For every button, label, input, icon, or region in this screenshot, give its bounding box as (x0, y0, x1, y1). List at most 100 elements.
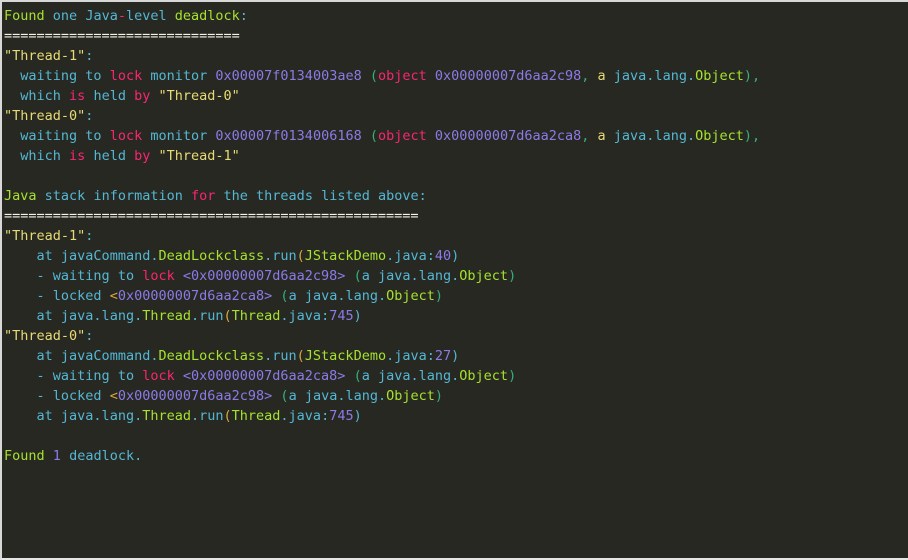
console-token: a (597, 128, 606, 144)
console-token: a (361, 368, 370, 384)
terminal-window: Found one Java-level deadlock: ==========… (0, 0, 908, 560)
console-token: a (361, 268, 370, 284)
console-token: deadlock (69, 448, 135, 464)
console-token: Thread (142, 308, 191, 324)
console-token: Thread (142, 408, 191, 424)
console-token: Object (695, 68, 744, 84)
console-token: - waiting (4, 368, 110, 384)
console-token: ( (369, 128, 378, 144)
console-token (167, 8, 175, 24)
console-token: 1 (52, 448, 61, 464)
console-token: <0x00000007d6aa2c98> (182, 268, 346, 284)
console-token: a (288, 288, 297, 304)
console-token: ( (369, 68, 378, 84)
console-token: : (321, 408, 330, 424)
console-token: ( (353, 368, 362, 384)
console-token (102, 68, 110, 84)
line-separator-1: ============================= (4, 26, 908, 46)
console-token: by (134, 88, 151, 104)
line-thread-0-waiting-monitor: waiting to lock monitor 0x00007f01340061… (4, 126, 908, 146)
console-token (370, 368, 378, 384)
line-stack-thread-1-locked: - locked <0x00000007d6aa2ca8> (a java.la… (4, 286, 908, 306)
console-token: - locked (4, 388, 102, 404)
console-token: Found (4, 8, 45, 24)
console-token: Found (4, 448, 45, 464)
console-token: .java (386, 248, 427, 264)
line-stack-thread-0-header: "Thread-0": (4, 326, 908, 346)
console-token: "Thread-1" (4, 228, 86, 244)
console-token: Object (459, 268, 509, 284)
console-token: object (378, 128, 427, 144)
console-token: "Thread-1" (158, 148, 240, 164)
console-token (110, 268, 118, 284)
line-stack-thread-0-frame-2: at java.lang.Thread.run(Thread.java:745) (4, 406, 908, 426)
console-token: ) (743, 128, 752, 144)
console-token: : (239, 8, 248, 24)
console-token: < (109, 288, 118, 304)
console-token (53, 308, 61, 324)
console-token: ) (508, 368, 517, 384)
console-token: .run (264, 348, 297, 364)
console-token: , (752, 128, 761, 144)
console-token: to (117, 268, 135, 284)
console-token: the (223, 188, 248, 204)
console-token: .java (280, 308, 322, 324)
console-token: "Thread-0" (158, 88, 240, 104)
console-token: ( (223, 408, 232, 424)
console-token (313, 188, 321, 204)
console-token: "Thread-0" (4, 108, 86, 124)
console-token: which (4, 88, 61, 104)
console-token: ( (296, 348, 305, 364)
console-token (427, 68, 435, 84)
console-token: : (426, 348, 435, 364)
console-token: : (321, 308, 330, 324)
console-token (345, 268, 353, 284)
console-token: 745 (329, 308, 354, 324)
console-token (297, 388, 305, 404)
console-token: lock (142, 368, 175, 384)
console-token: at (4, 308, 53, 324)
console-token: listed (321, 188, 370, 204)
console-token: held (93, 148, 126, 164)
console-token (45, 8, 53, 24)
console-token: Object (386, 388, 435, 404)
console-token: at (4, 348, 53, 364)
console-token: <0x00000007d6aa2ca8> (182, 368, 346, 384)
console-token: ( (280, 388, 289, 404)
console-token: : (85, 328, 94, 344)
console-token (45, 448, 53, 464)
line-java-stack-information: Java stack information for the threads l… (4, 186, 908, 206)
console-token: 0x00000007d6aa2c98 (434, 68, 582, 84)
line-thread-0-which-held-by: which is held by "Thread-1" (4, 146, 908, 166)
console-token: stack (44, 188, 86, 204)
console-token: 0x00000007d6aa2ca8 (434, 128, 582, 144)
console-token: object (378, 68, 427, 84)
console-token (61, 448, 69, 464)
console-token: java.lang. (613, 68, 696, 84)
console-token: java.lang. (378, 268, 460, 284)
console-token: waiting (4, 128, 78, 144)
console-token: : (426, 248, 435, 264)
console-output[interactable]: Found one Java-level deadlock: ==========… (2, 2, 908, 466)
console-token: - locked (4, 288, 102, 304)
console-token (53, 348, 61, 364)
console-token: waiting (4, 68, 78, 84)
console-token: ) (451, 248, 460, 264)
console-token (102, 388, 110, 404)
console-token: . (134, 448, 143, 464)
line-stack-thread-0-locked: - locked <0x00000007d6aa2c98> (a java.la… (4, 386, 908, 406)
console-token: ) (434, 288, 444, 304)
console-token: java.lang. (378, 368, 460, 384)
console-token: ( (223, 308, 232, 324)
console-token (427, 128, 435, 144)
console-token: 745 (329, 408, 354, 424)
console-token: by (134, 148, 151, 164)
console-token (606, 68, 614, 84)
console-token: JStackDemo (304, 248, 387, 264)
console-token (61, 148, 69, 164)
console-token: .java (280, 408, 322, 424)
line-blank-1 (4, 166, 908, 186)
console-token: ) (434, 388, 444, 404)
line-stack-thread-1-frame-2: at java.lang.Thread.run(Thread.java:745) (4, 306, 908, 326)
console-token (134, 368, 142, 384)
